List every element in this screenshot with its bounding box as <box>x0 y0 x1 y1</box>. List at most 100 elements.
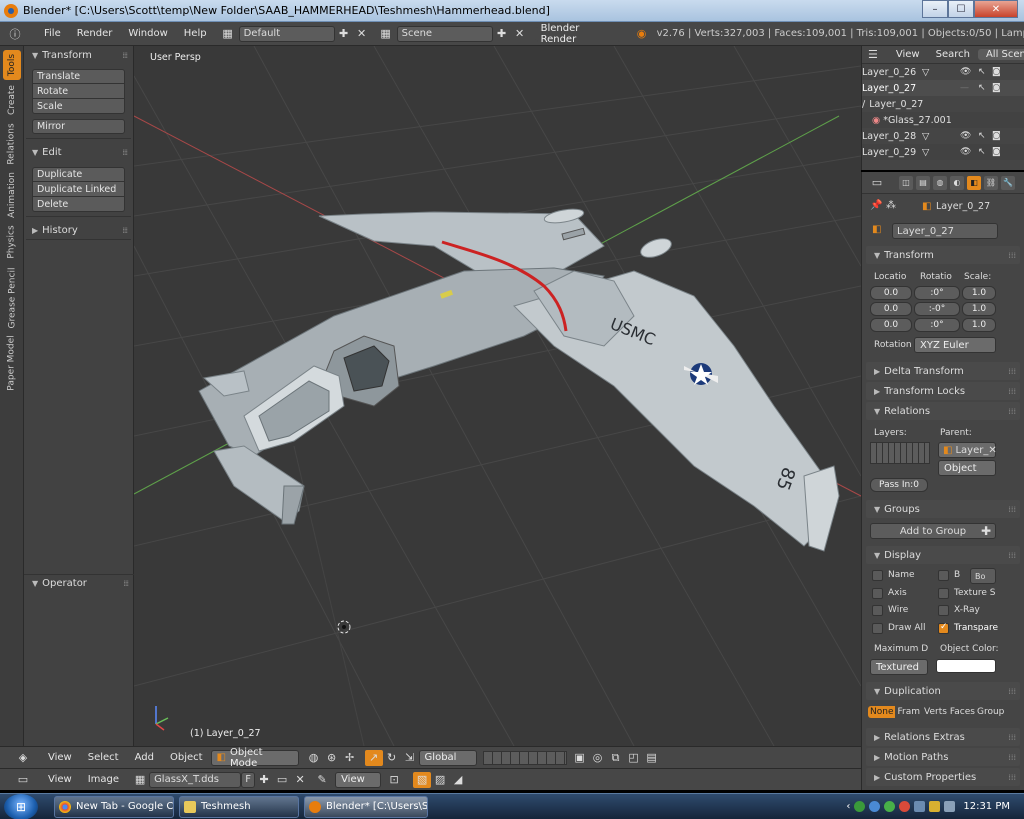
proportional-edit-icon[interactable]: ◎ <box>589 750 607 766</box>
transform-panel-header[interactable]: ▼ Transform ⁞⁞⁞ <box>866 246 1020 264</box>
dupli-frames-button[interactable]: Fram <box>895 706 922 718</box>
visibility-icon[interactable]: 👁 <box>960 147 971 157</box>
duplicate-button[interactable]: Duplicate <box>32 167 125 182</box>
orientation-dropdown[interactable]: Global <box>418 749 477 766</box>
visibility-icon[interactable]: — <box>960 83 969 93</box>
scale-manipulator-icon[interactable]: ⇲ <box>401 750 419 766</box>
show-axis-checkbox[interactable] <box>872 588 883 599</box>
outliner-row[interactable]: Layer_0_27 — ↖ ◙ <box>862 80 1024 96</box>
outliner-row[interactable]: Layer_0_28 ▽ 👁 ↖ ◙ <box>862 128 1024 144</box>
tray-flag-icon[interactable] <box>929 801 941 812</box>
object-color-swatch[interactable] <box>936 659 996 673</box>
outliner-row[interactable]: ∕ Layer_0_27 <box>862 96 1024 112</box>
close-button[interactable]: ✕ <box>974 0 1018 18</box>
select-icon[interactable]: ↖ <box>978 131 986 141</box>
mirror-button[interactable]: Mirror <box>32 119 125 134</box>
menu-view[interactable]: View <box>40 752 80 763</box>
editor-type-icon[interactable]: ◈ <box>14 750 32 766</box>
x-ray-checkbox[interactable] <box>938 605 949 616</box>
draw-channels-icon[interactable]: ▧ <box>413 771 432 788</box>
show-bounds-checkbox[interactable] <box>938 570 949 581</box>
scale-y-field[interactable]: 1.0 <box>962 302 996 316</box>
render-tab-icon[interactable]: ◫ <box>899 175 913 190</box>
spaceship-model[interactable] <box>198 207 840 552</box>
remove-scene-icon[interactable]: ✕ <box>511 26 529 42</box>
location-z-field[interactable]: 0.0 <box>870 318 912 332</box>
parent-type-dropdown[interactable]: Object <box>938 460 996 476</box>
outliner-row[interactable]: Layer_0_26 ▽ 👁 ↖ ◙ <box>862 64 1024 80</box>
tray-network-icon[interactable] <box>854 801 866 812</box>
history-panel-header[interactable]: ▶ History ⁞⁞⁞ <box>24 221 133 239</box>
select-icon[interactable]: ↖ <box>978 83 986 93</box>
pivot-point-icon[interactable]: ⊛ <box>323 750 341 766</box>
open-image-icon[interactable]: ▭ <box>273 772 291 788</box>
operator-panel-header[interactable]: ▼ Operator ⁞⁞⁞ <box>24 574 134 592</box>
menu-add[interactable]: Add <box>127 752 162 763</box>
add-scene-icon[interactable]: ✚ <box>493 26 511 42</box>
3d-viewport[interactable]: USMC 85 User Persp (1) Layer_0_27 <box>134 46 861 746</box>
scene-tab-icon[interactable]: ◍ <box>933 175 947 190</box>
delete-button[interactable]: Delete <box>32 197 125 212</box>
viewport-shading-icon[interactable]: ◍ <box>305 750 323 766</box>
scale-button[interactable]: Scale <box>32 99 125 114</box>
panel-grip-icon[interactable]: ⁞⁞⁞ <box>1008 505 1016 514</box>
outliner-row[interactable]: Layer_0_29 ▽ 👁 ↖ ◙ <box>862 144 1024 160</box>
object-name-field[interactable]: Layer_0_27 <box>892 223 998 239</box>
render-visibility-icon[interactable]: ◙ <box>992 147 1001 157</box>
render-icon[interactable]: ◰ <box>625 750 643 766</box>
mode-dropdown[interactable]: ◧ Object Mode <box>210 747 299 769</box>
unlink-image-icon[interactable]: ✕ <box>291 772 309 788</box>
tab-tools[interactable]: Tools <box>3 50 21 80</box>
display-panel-header[interactable]: ▼ Display ⁞⁞⁞ <box>866 546 1020 564</box>
minimize-button[interactable]: – <box>922 0 948 18</box>
tray-update-icon[interactable] <box>869 801 881 812</box>
bounds-type-dropdown[interactable]: Bo <box>970 568 996 584</box>
location-x-field[interactable]: 0.0 <box>870 286 912 300</box>
panel-grip-icon[interactable]: ⁞⁞⁞ <box>1008 733 1016 742</box>
relations-extras-panel-header[interactable]: ▶ Relations Extras ⁞⁞⁞ <box>866 728 1020 746</box>
menu-view[interactable]: View <box>40 774 80 785</box>
transform-locks-panel-header[interactable]: ▶ Transform Locks ⁞⁞⁞ <box>866 382 1020 400</box>
panel-grip-icon[interactable]: ⁞⁞⁞ <box>1008 551 1016 560</box>
menu-object[interactable]: Object <box>162 752 211 763</box>
layer-buttons[interactable] <box>482 750 567 765</box>
tray-security-icon[interactable] <box>884 801 896 812</box>
tray-volume-icon[interactable] <box>944 801 956 812</box>
view-mode-dropdown[interactable]: View <box>335 771 382 788</box>
custom-properties-panel-header[interactable]: ▶ Custom Properties ⁞⁞⁞ <box>866 768 1020 786</box>
duplicate-linked-button[interactable]: Duplicate Linked <box>32 182 125 197</box>
panel-grip-icon[interactable]: ⁞⁞⁞ <box>1008 407 1016 416</box>
panel-grip-icon[interactable]: ⁞⁞⁞ <box>122 226 128 235</box>
screen-layout-icon[interactable]: ▦ <box>219 26 237 42</box>
transform-panel-header[interactable]: ▼ Transform ⁞⁞⁞ <box>24 46 133 64</box>
taskbar-item-chrome[interactable]: New Tab - Google C... <box>54 795 174 818</box>
panel-grip-icon[interactable]: ⁞⁞⁞ <box>1008 387 1016 396</box>
maximize-button[interactable]: ☐ <box>948 0 974 18</box>
rotation-z-field[interactable]: :0° <box>914 318 960 332</box>
menu-window[interactable]: Window <box>120 28 175 39</box>
lock-layers-icon[interactable]: ▣ <box>571 750 589 766</box>
location-y-field[interactable]: 0.0 <box>870 302 912 316</box>
add-to-group-button[interactable]: Add to Group ✚ <box>870 523 996 539</box>
show-wire-checkbox[interactable] <box>872 605 883 616</box>
pass-index-field[interactable]: Pass In:0 <box>870 478 928 492</box>
tab-paper-model[interactable]: Paper Model <box>3 334 21 392</box>
clear-parent-icon[interactable]: ✕ <box>988 445 996 456</box>
render-visibility-icon[interactable]: ◙ <box>992 83 1001 93</box>
render-engine-dropdown[interactable]: Blender Render <box>534 23 621 45</box>
panel-grip-icon[interactable]: ⁞⁞⁞ <box>1008 367 1016 376</box>
delta-transform-panel-header[interactable]: ▶ Delta Transform ⁞⁞⁞ <box>866 362 1020 380</box>
render-visibility-icon[interactable]: ◙ <box>992 67 1001 77</box>
constraints-tab-icon[interactable]: ⛓ <box>984 175 998 190</box>
tray-expand-icon[interactable]: ‹ <box>846 801 850 812</box>
texture-space-checkbox[interactable] <box>938 588 949 599</box>
manipulator-icon[interactable]: ✢ <box>341 750 359 766</box>
display-filter[interactable]: All Scene <box>977 49 1024 60</box>
parent-field[interactable]: ◧ Layer_ ✕ <box>938 442 997 458</box>
select-icon[interactable]: ↖ <box>978 67 986 77</box>
tab-animation[interactable]: Animation <box>3 170 21 220</box>
panel-grip-icon[interactable]: ⁞⁞⁞ <box>1008 753 1016 762</box>
scene-field[interactable]: Scene <box>396 25 493 42</box>
visibility-icon[interactable]: 👁 <box>960 67 971 77</box>
select-icon[interactable]: ↖ <box>978 147 986 157</box>
